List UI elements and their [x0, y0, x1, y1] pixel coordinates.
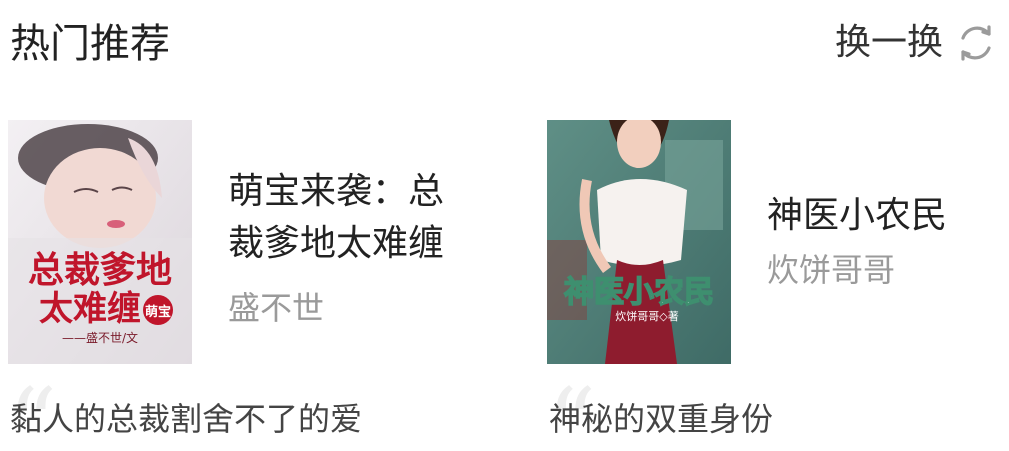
- cover-title-line2: 太难缠: [39, 289, 141, 329]
- book-title[interactable]: 神医小农民: [767, 190, 1009, 242]
- refresh-button[interactable]: 换一换: [835, 18, 997, 68]
- refresh-icon: [961, 25, 991, 61]
- book-card[interactable]: 总裁爹地 太难缠 萌宝 ——盛不世/文 萌宝来袭：总裁爹地太难缠 盛不世 “ 黏…: [8, 120, 478, 451]
- book-cover[interactable]: 神医小农民 炊饼哥哥◇著: [547, 120, 731, 364]
- cover-title: 神医小农民: [564, 275, 714, 310]
- refresh-label: 换一换: [834, 22, 943, 63]
- book-info: 萌宝来袭：总裁爹地太难缠 盛不世: [228, 166, 478, 330]
- book-info: 神医小农民 炊饼哥哥: [767, 190, 1009, 292]
- section-title: 热门推荐: [10, 21, 170, 67]
- hot-recommend-section: 热门推荐 换一换 总裁爹地 太难缠 萌宝 ——盛不世/文 萌宝来袭：总裁爹地太难…: [0, 0, 1009, 451]
- book-author: 炊饼哥哥: [767, 251, 896, 289]
- book-title[interactable]: 萌宝来袭：总裁爹地太难缠: [228, 166, 478, 270]
- cover-author-line: ——盛不世/文: [62, 330, 138, 345]
- book-tagline: 神秘的双重身份: [549, 400, 774, 438]
- book-card[interactable]: 神医小农民 炊饼哥哥◇著 神医小农民 炊饼哥哥 “ 神秘的双重身份: [547, 120, 1009, 451]
- book-cover-image: 总裁爹地 太难缠 萌宝 ——盛不世/文: [8, 120, 192, 364]
- cover-title-line1: 总裁爹地: [28, 249, 172, 291]
- book-cover[interactable]: 总裁爹地 太难缠 萌宝 ——盛不世/文: [8, 120, 192, 364]
- book-tagline: 黏人的总裁割舍不了的爱: [10, 400, 363, 438]
- book-author: 盛不世: [228, 289, 325, 327]
- cover-badge: 萌宝: [145, 304, 171, 320]
- cover-author-line: 炊饼哥哥◇著: [615, 309, 678, 323]
- book-cover-image: 神医小农民 炊饼哥哥◇著: [547, 120, 731, 364]
